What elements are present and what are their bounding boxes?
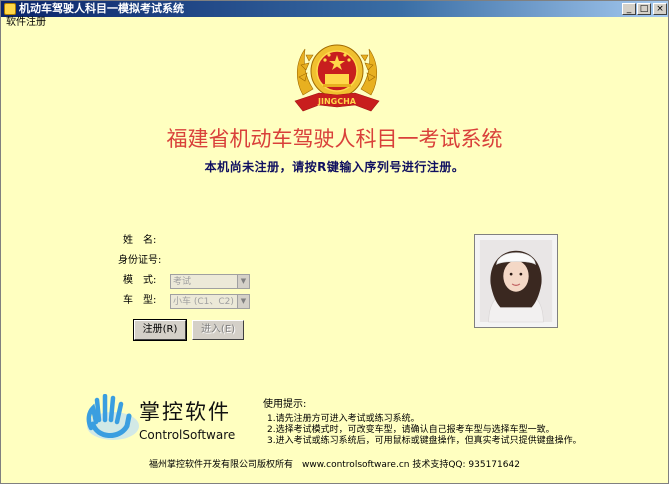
tips-title: 使用提示: (263, 399, 307, 410)
brand-name-en: ControlSoftware (139, 428, 236, 442)
minimize-button[interactable]: _ (622, 3, 636, 15)
user-photo (474, 234, 558, 328)
vehicle-type-label: 车 型: (123, 295, 157, 306)
mode-select[interactable]: 考试 ▼ (170, 274, 250, 289)
copyright-footer: 福州掌控软件开发有限公司版权所有 www.controlsoftware.cn … (149, 460, 520, 470)
registration-notice: 本机尚未注册，请按R键输入序列号进行注册。 (204, 160, 465, 174)
register-button[interactable]: 注册(R) (133, 319, 187, 341)
vehicle-type-select[interactable]: 小车 (C1、C2) ▼ (170, 294, 250, 309)
menu-bar: 软件注册 (1, 17, 668, 29)
name-label: 姓 名: (123, 235, 157, 246)
enter-button[interactable]: 进入(E) (192, 320, 244, 340)
app-icon (4, 3, 16, 15)
mode-label: 模 式: (123, 275, 157, 286)
police-emblem-icon: JINGCHA (294, 44, 380, 112)
chevron-down-icon: ▼ (237, 295, 249, 308)
maximize-button[interactable]: □ (637, 3, 651, 15)
emblem-ribbon-text: JINGCHA (317, 97, 357, 106)
mode-select-value: 考试 (173, 277, 192, 287)
brand-name-cn: 掌控软件 (139, 400, 231, 424)
id-number-label: 身份证号: (118, 255, 162, 266)
app-window: 机动车驾驶人科目一模拟考试系统 _ □ × 软件注册 JINGCHA 福建省机动… (0, 0, 669, 484)
window-title: 机动车驾驶人科目一模拟考试系统 (19, 2, 184, 15)
tip-item: 2.选择考试模式时，可改变车型，请确认自己报考车型与选择车型一致。 (267, 425, 555, 435)
hand-logo-icon (86, 394, 139, 440)
title-bar[interactable]: 机动车驾驶人科目一模拟考试系统 _ □ × (1, 1, 668, 17)
tip-item: 3.进入考试或练习系统后，可用鼠标或键盘操作，但真实考试只提供键盘操作。 (267, 436, 582, 446)
vehicle-type-select-value: 小车 (C1、C2) (173, 297, 234, 307)
menu-software-register[interactable]: 软件注册 (6, 17, 46, 29)
chevron-down-icon: ▼ (237, 275, 249, 288)
close-button[interactable]: × (653, 3, 667, 15)
page-title: 福建省机动车驾驶人科目一考试系统 (166, 127, 503, 151)
tip-item: 1.请先注册方可进入考试或练习系统。 (267, 414, 420, 424)
